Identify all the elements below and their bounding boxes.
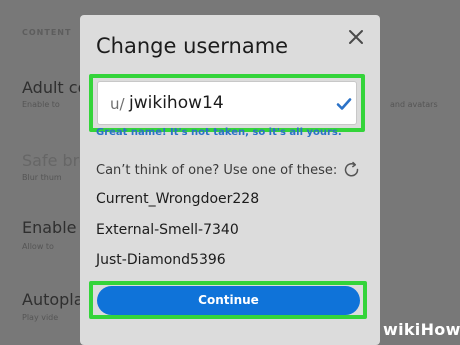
dialog-title: Change username — [96, 34, 289, 58]
checkmark-icon — [335, 95, 353, 113]
section-label: CONTENT — [22, 28, 72, 37]
change-username-dialog: Change username u/ jwikihow14 Great name… — [80, 15, 380, 345]
availability-message: Great name! It's not taken, so it's all … — [96, 127, 342, 138]
setting-description: Blur thum — [22, 173, 62, 182]
suggestion-item[interactable]: External-Smell-7340 — [96, 222, 239, 238]
setting-description: Allow to — [22, 242, 54, 251]
username-input[interactable]: u/ jwikihow14 — [97, 81, 357, 125]
setting-enable: Enable — [22, 218, 77, 237]
setting-adult-content: Adult co — [22, 78, 88, 97]
suggestion-item[interactable]: Just-Diamond5396 — [96, 252, 226, 268]
username-value[interactable]: jwikihow14 — [129, 93, 224, 113]
refresh-icon[interactable] — [342, 160, 362, 180]
continue-button[interactable]: Continue — [97, 286, 360, 315]
setting-safe-browsing: Safe bro — [22, 151, 89, 170]
suggestions-label: Can’t think of one? Use one of these: — [96, 163, 338, 178]
close-icon[interactable] — [344, 25, 368, 49]
setting-description: Play vide — [22, 313, 59, 322]
setting-autoplay: Autopla — [22, 290, 84, 309]
username-prefix: u/ — [110, 95, 125, 113]
suggestion-item[interactable]: Current_Wrongdoer228 — [96, 191, 259, 207]
setting-description: Enable to — [22, 100, 60, 109]
setting-description-right: and avatars — [390, 100, 438, 109]
watermark: wikiHow — [383, 320, 460, 339]
